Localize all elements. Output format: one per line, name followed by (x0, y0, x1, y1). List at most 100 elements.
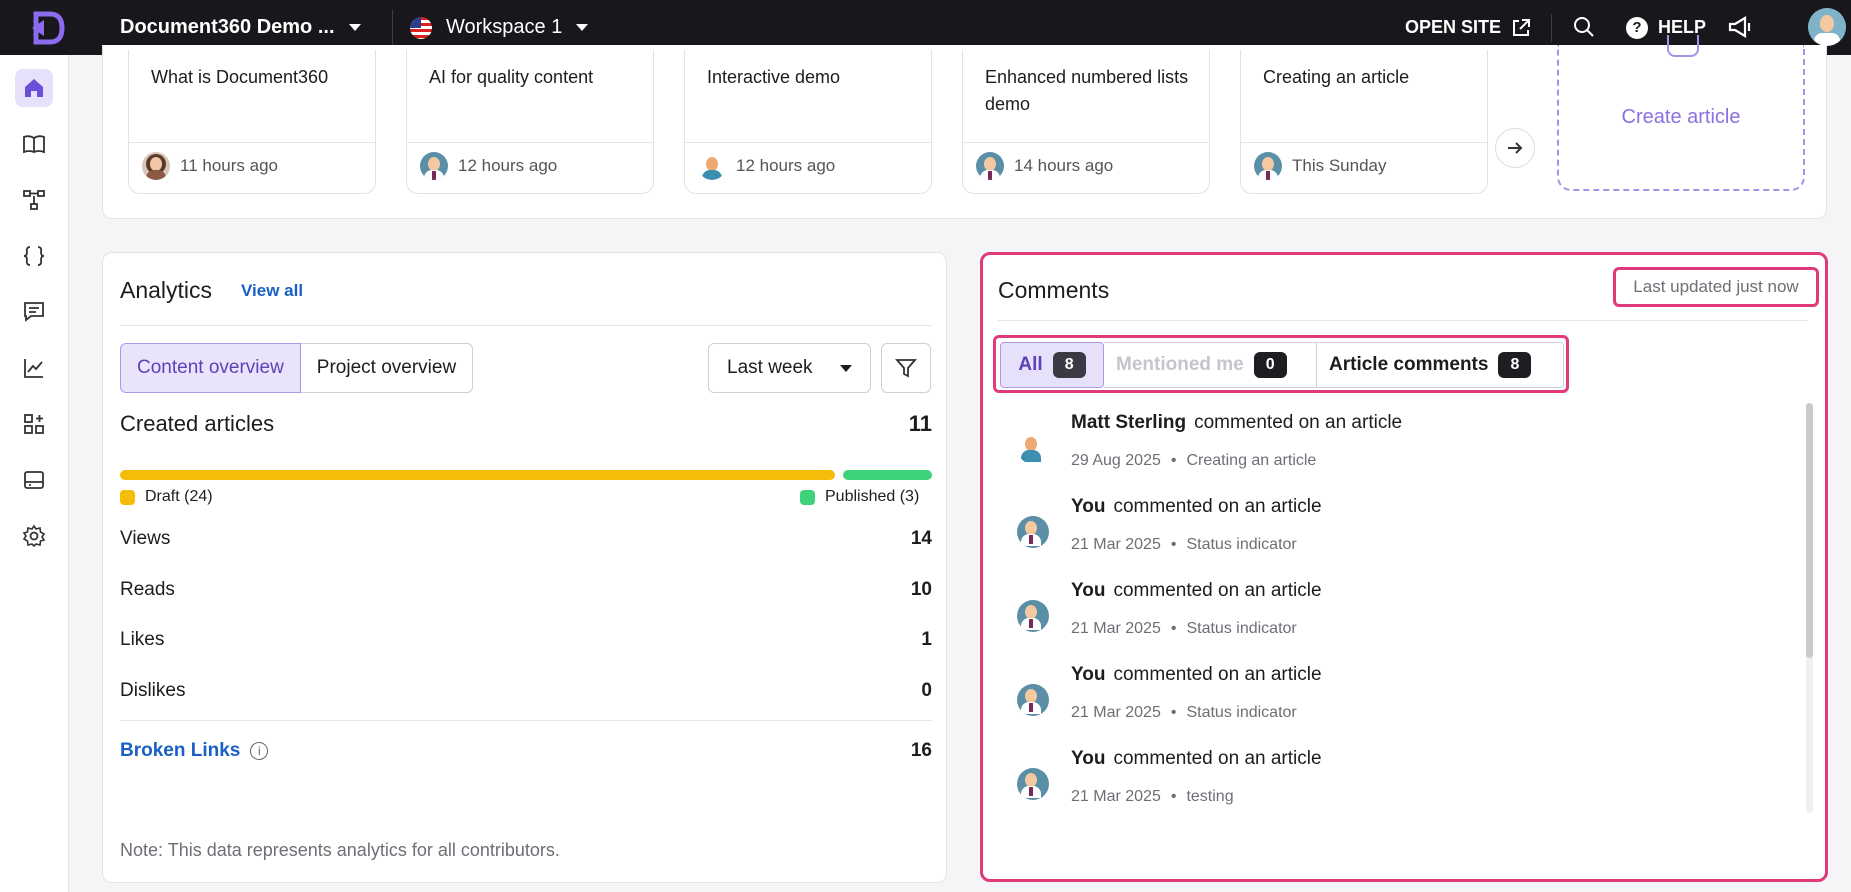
sidebar-item-apps[interactable] (15, 405, 53, 443)
article-time: 12 hours ago (458, 156, 558, 175)
comment-user: You (1071, 580, 1106, 601)
metric-label: Likes (120, 629, 165, 650)
comment-item[interactable]: You commented on an article 21 Mar 2025 • S… (1017, 496, 1777, 580)
user-avatar (1017, 768, 1049, 800)
chevron-down-icon (576, 24, 589, 31)
megaphone-icon[interactable] (1727, 14, 1753, 40)
period-dropdown[interactable]: Last week (708, 343, 871, 393)
comment-item[interactable]: Matt Sterling commented on an article 29 … (1017, 412, 1777, 496)
last-updated-text: Last updated just now (1613, 267, 1819, 307)
author-avatar (976, 152, 1004, 180)
comment-article: Status indicator (1186, 536, 1297, 553)
divider (685, 142, 931, 143)
view-all-link[interactable]: View all (241, 281, 303, 301)
period-value: Last week (727, 357, 813, 378)
created-articles-row: Created articles 11 (120, 411, 932, 437)
comment-date: 29 Aug 2025 (1071, 452, 1161, 469)
published-swatch (800, 489, 815, 505)
comment-user: Matt Sterling (1071, 412, 1187, 433)
sidebar-item-home[interactable] (15, 69, 53, 107)
sidebar-item-documentation[interactable] (15, 125, 53, 163)
article-title: What is Document360 (151, 67, 329, 87)
analytics-tabs: Content overview Project overview (120, 343, 474, 393)
user-avatar (1017, 516, 1049, 548)
user-avatar (1017, 432, 1049, 464)
published-legend: Published (3) (800, 488, 919, 506)
article-meta: This Sunday (1254, 152, 1387, 180)
analytics-title: Analytics (120, 277, 213, 303)
article-meta: 12 hours ago (698, 152, 835, 180)
comment-meta: 29 Aug 2025 • Creating an article (1071, 452, 1316, 470)
tab-project-overview[interactable]: Project overview (300, 343, 474, 393)
comment-item[interactable]: You commented on an article 21 Mar 2025 • S… (1017, 664, 1777, 748)
sidebar-item-widgets[interactable] (15, 461, 53, 499)
document360-logo-icon[interactable] (28, 8, 68, 48)
sidebar-item-api[interactable] (15, 237, 53, 275)
metric-label: Views (120, 528, 171, 549)
project-name: Document360 Demo ... (120, 16, 335, 38)
divider (963, 142, 1209, 143)
comment-user: You (1071, 748, 1106, 769)
apps-icon (24, 414, 44, 434)
sidebar-item-analytics[interactable] (15, 349, 53, 387)
article-card[interactable]: Creating an article This Sunday (1240, 50, 1488, 194)
sidebar (0, 55, 69, 892)
sidebar-item-feedback[interactable] (15, 293, 53, 331)
comment-filter-tabs: All 8 Mentioned me 0 Article comments 8 (993, 335, 1569, 393)
metric-value: 0 (921, 680, 932, 701)
chevron-down-icon (840, 364, 852, 372)
draft-legend: Draft (24) (120, 488, 213, 506)
article-time: 14 hours ago (1014, 156, 1114, 175)
comment-user: You (1071, 664, 1106, 685)
filter-icon (895, 359, 917, 378)
sidebar-item-workflow[interactable] (15, 181, 53, 219)
comment-date: 21 Mar 2025 (1071, 704, 1161, 721)
sidebar-item-settings[interactable] (15, 517, 53, 555)
comment-action: commented on an article (1113, 748, 1322, 769)
api-braces-icon (23, 246, 45, 266)
user-avatar[interactable] (1808, 8, 1846, 46)
views-row: Views 14 (120, 528, 932, 550)
create-article-label: Create article (1621, 105, 1741, 128)
article-card[interactable]: Enhanced numbered lists demo 14 hours ag… (962, 50, 1210, 194)
arrow-right-icon (1508, 142, 1523, 154)
analytics-icon (24, 359, 43, 378)
filter-button[interactable] (881, 343, 931, 393)
scrollbar-thumb[interactable] (1806, 403, 1813, 658)
create-article-button[interactable]: Create article (1557, 35, 1805, 191)
comment-article: testing (1186, 788, 1234, 805)
bullet-separator: • (1170, 620, 1177, 637)
search-icon[interactable] (1573, 16, 1595, 38)
divider (1551, 14, 1552, 42)
divider (120, 720, 932, 721)
article-card[interactable]: Interactive demo 12 hours ago (684, 50, 932, 194)
dislikes-row: Dislikes 0 (120, 680, 932, 702)
divider (1241, 142, 1487, 143)
next-articles-button[interactable] (1495, 128, 1535, 168)
likes-row: Likes 1 (120, 629, 932, 651)
external-link-icon (1513, 18, 1531, 36)
article-meta: 11 hours ago (142, 152, 278, 180)
tab-content-overview[interactable]: Content overview (120, 343, 301, 393)
published-progress-bar (843, 470, 932, 480)
comment-meta: 21 Mar 2025 • Status indicator (1071, 620, 1297, 638)
author-avatar (142, 152, 170, 180)
metric-value: 14 (910, 528, 932, 549)
tab-all[interactable]: All 8 (1000, 342, 1104, 388)
tab-label: All (1018, 354, 1043, 375)
comment-item[interactable]: You commented on an article 21 Mar 2025 • S… (1017, 580, 1777, 664)
comment-headline: Matt Sterling commented on an article (1071, 412, 1402, 434)
bullet-separator: • (1170, 452, 1177, 469)
tab-mentioned-me[interactable]: Mentioned me 0 (1104, 342, 1316, 388)
created-articles-value: 11 (908, 411, 932, 436)
comment-meta: 21 Mar 2025 • Status indicator (1071, 704, 1297, 722)
tab-article-comments[interactable]: Article comments 8 (1316, 342, 1564, 388)
divider (998, 320, 1808, 321)
article-card[interactable]: AI for quality content 12 hours ago (406, 50, 654, 194)
plus-hexagon-icon (1667, 35, 1699, 57)
article-card[interactable]: What is Document360 11 hours ago (128, 50, 376, 194)
comment-date: 21 Mar 2025 (1071, 788, 1161, 805)
divider (392, 10, 393, 46)
hierarchy-icon (23, 190, 45, 210)
comment-item[interactable]: You commented on an article 21 Mar 2025 • t… (1017, 748, 1777, 832)
